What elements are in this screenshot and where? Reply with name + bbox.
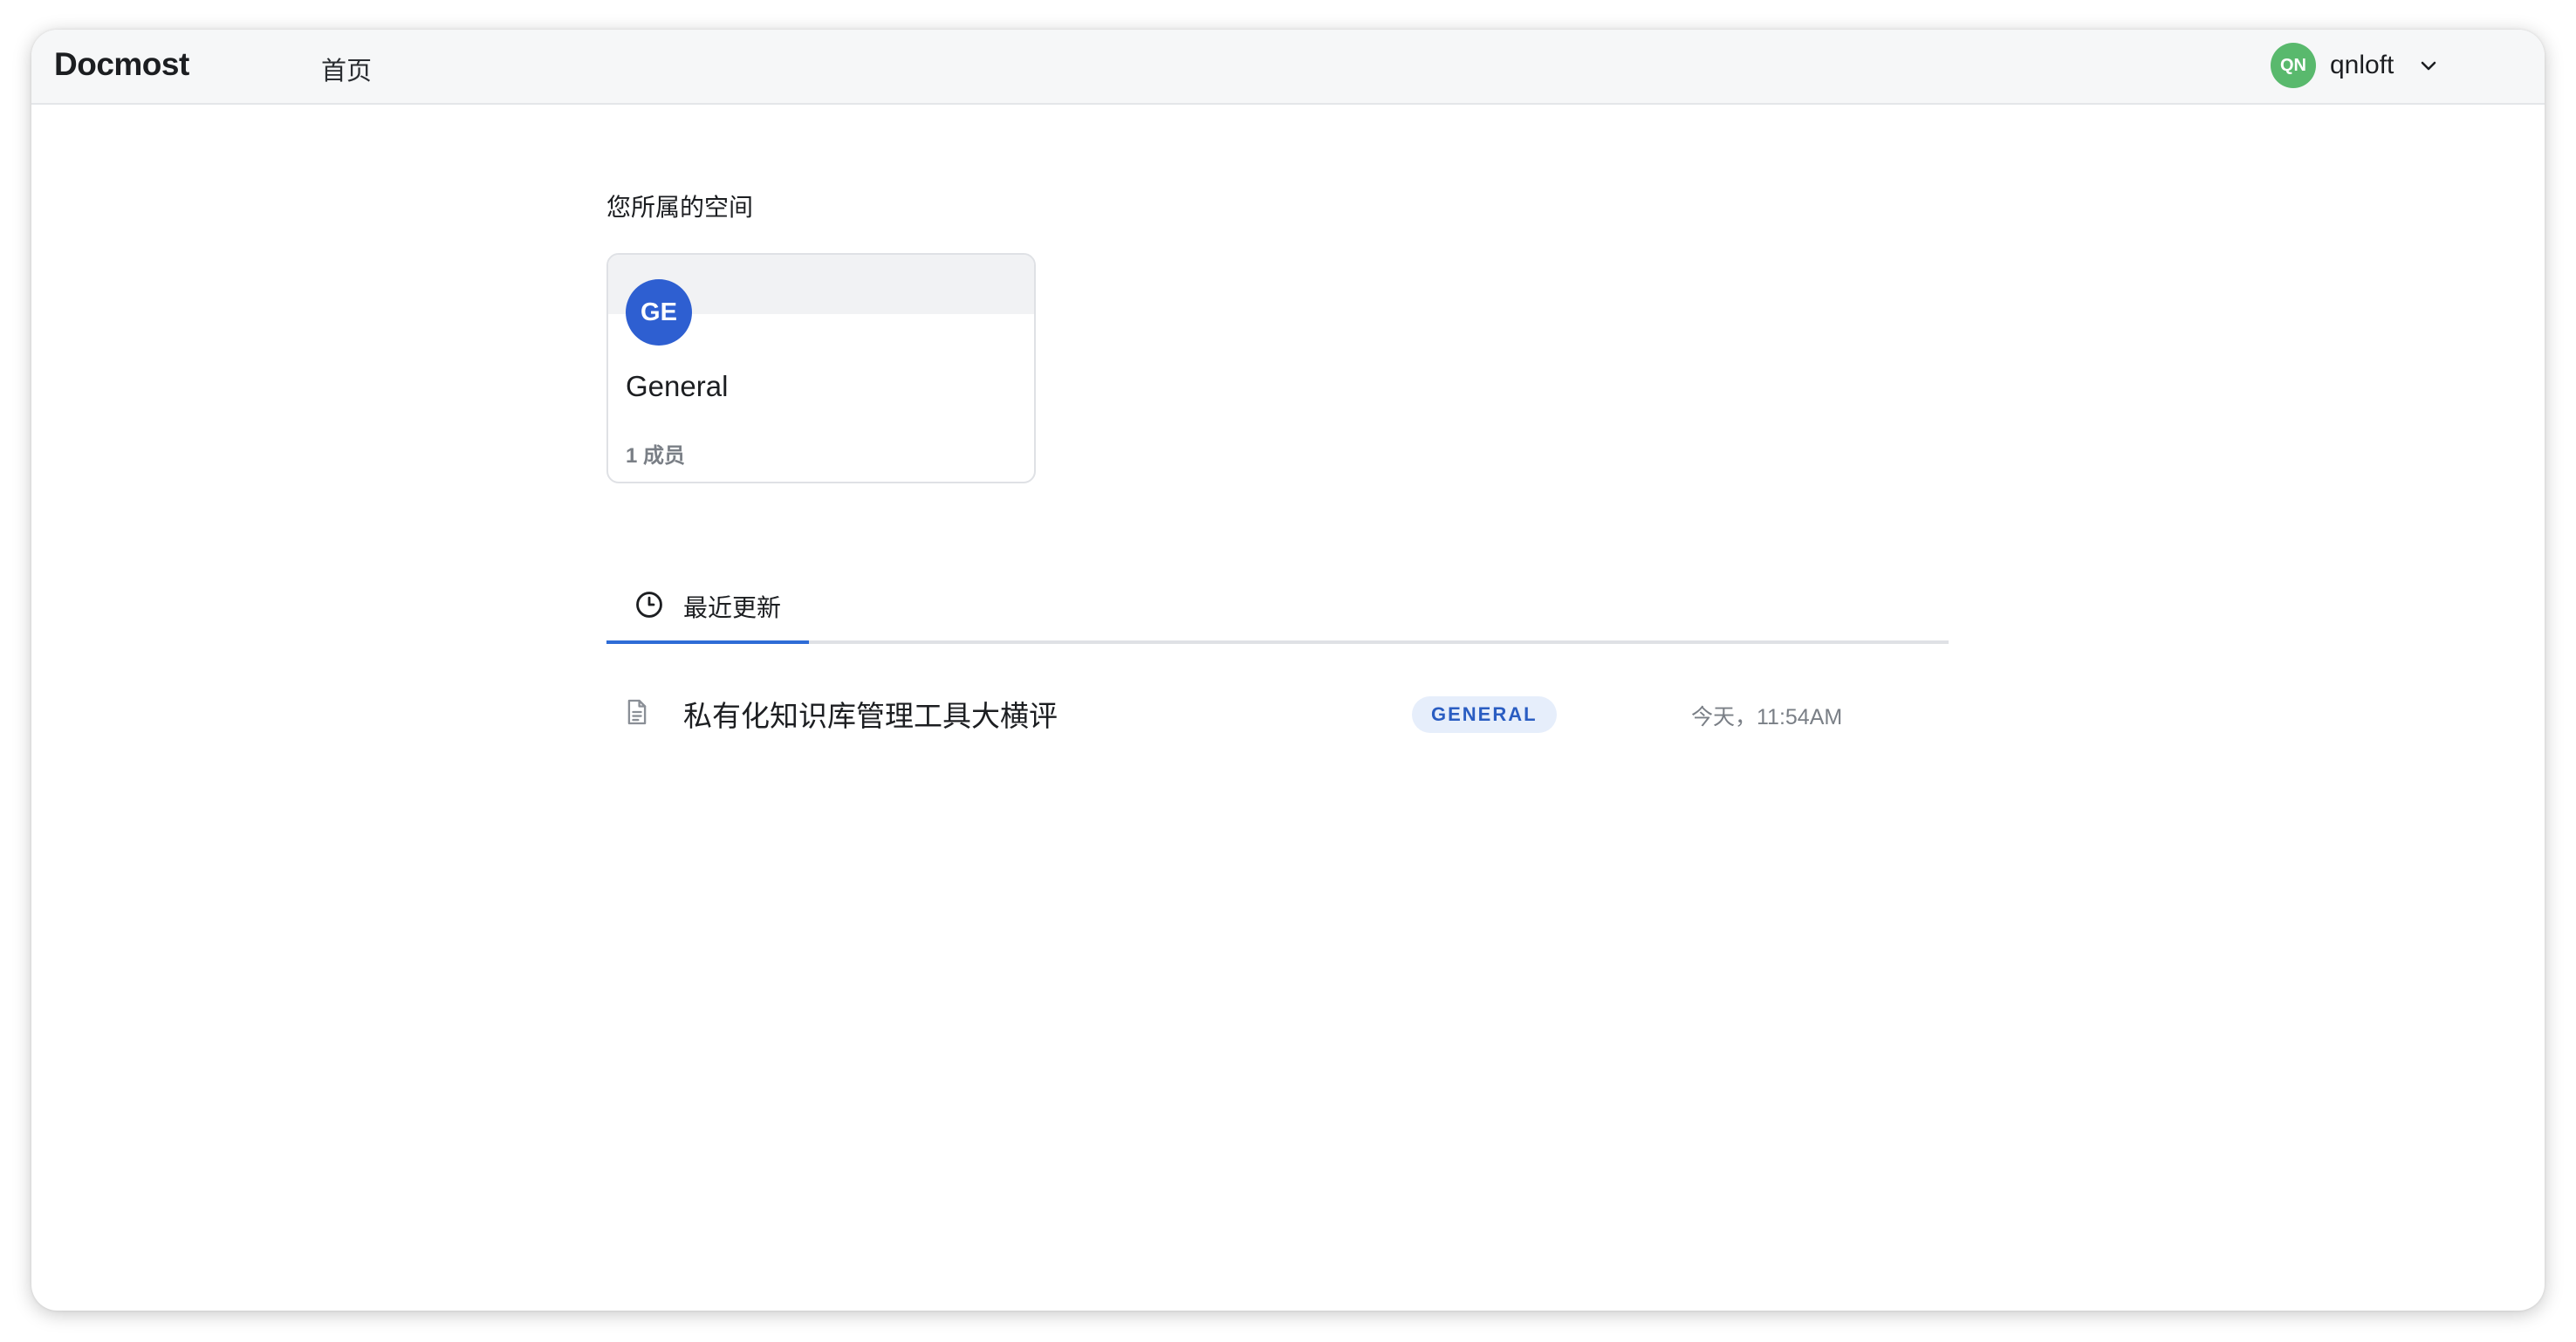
tab-recent-label: 最近更新	[683, 594, 782, 621]
updated-timestamp: 今天，11:54AM	[1691, 705, 1843, 729]
tab-recent-updates[interactable]: 最近更新	[606, 571, 809, 644]
space-card-general[interactable]: GE General 1 成员	[606, 253, 1036, 483]
space-name: General	[626, 370, 729, 402]
chevron-down-icon	[2416, 53, 2441, 78]
user-name: qnloft	[2330, 51, 2394, 79]
app-logo[interactable]: Docmost	[54, 46, 189, 83]
spaces-section-title: 您所属的空间	[606, 194, 754, 221]
top-header: Docmost 首页 QN qnloft	[31, 30, 2545, 105]
user-menu-button[interactable]: QN qnloft	[2271, 42, 2441, 89]
app-window: Docmost 首页 QN qnloft 您所属的空间 GE General 1…	[31, 30, 2545, 1311]
recent-page-title[interactable]: 私有化知识库管理工具大横评	[683, 693, 1058, 735]
document-icon	[626, 698, 648, 726]
content-tabs: 最近更新	[606, 571, 1949, 644]
recent-page-row[interactable]: 私有化知识库管理工具大横评 GENERAL 今天，11:54AM	[606, 674, 1949, 754]
user-avatar: QN	[2271, 43, 2316, 88]
space-avatar: GE	[626, 279, 692, 346]
space-badge[interactable]: GENERAL	[1412, 696, 1557, 733]
nav-home-link[interactable]: 首页	[321, 51, 372, 87]
space-member-count: 1 成员	[626, 444, 686, 468]
clock-icon	[634, 590, 664, 620]
